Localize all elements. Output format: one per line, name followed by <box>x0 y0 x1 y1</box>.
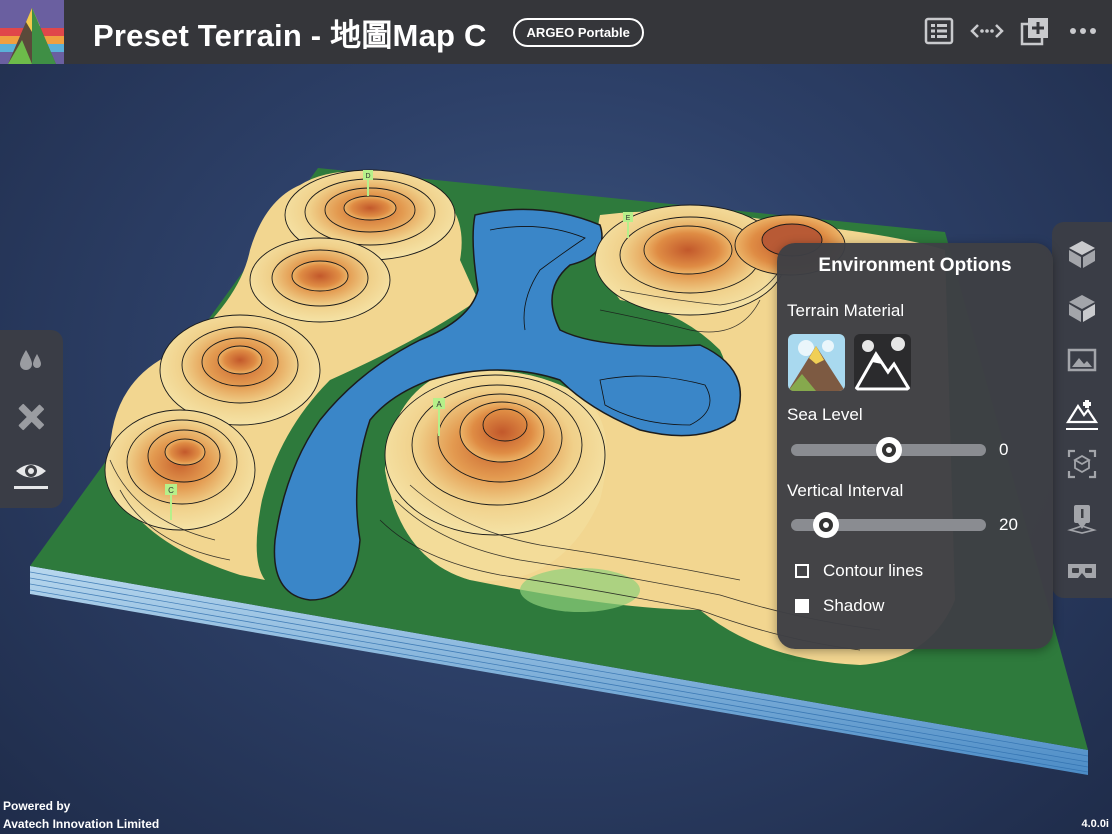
box-top-icon[interactable] <box>1066 238 1098 270</box>
product-badge: ARGEO Portable <box>512 17 644 47</box>
powered-by: Powered by Avatech Innovation Limited <box>3 797 159 833</box>
add-layer-icon[interactable] <box>1018 14 1052 48</box>
material-natural-button[interactable] <box>788 334 845 391</box>
hill-west <box>249 237 391 323</box>
sea-level-value: 0 <box>999 440 1009 459</box>
ar-frame-icon[interactable] <box>1066 448 1098 480</box>
eye-icon[interactable] <box>14 456 48 490</box>
sea-level-label: Sea Level <box>787 405 863 424</box>
marker-label-e: E <box>626 215 631 222</box>
placemark-icon[interactable] <box>1066 502 1098 534</box>
sea-level-slider[interactable] <box>791 437 986 463</box>
marker-label-d: D <box>365 173 370 180</box>
snow-mountain-icon <box>854 334 911 391</box>
ruler-pencil-icon[interactable] <box>14 400 48 434</box>
natural-terrain-icon <box>788 334 845 391</box>
top-bar: Preset Terrain - 地圖Map C ARGEO Portable <box>0 0 1112 64</box>
image-icon[interactable] <box>1066 344 1098 376</box>
swap-arrows-icon[interactable] <box>970 14 1004 48</box>
vr-goggles-icon[interactable] <box>1066 554 1098 586</box>
company-name: Avatech Innovation Limited <box>3 817 160 831</box>
terrain-edit-icon[interactable] <box>1066 398 1098 430</box>
material-snow-button[interactable] <box>854 334 911 391</box>
panel-title: Environment Options <box>818 255 1012 276</box>
shadow-checkbox[interactable] <box>795 599 809 613</box>
marker-label-a: A <box>436 400 442 409</box>
hill-a <box>384 374 606 536</box>
right-toolbar <box>1052 222 1112 598</box>
powered-by-label: Powered by <box>3 799 71 813</box>
vertical-interval-slider[interactable] <box>791 512 986 538</box>
list-icon[interactable] <box>922 14 956 48</box>
box-side-icon[interactable] <box>1066 292 1098 324</box>
shadow-label: Shadow <box>823 596 885 615</box>
water-drops-icon[interactable] <box>14 344 48 378</box>
terrain-material-label: Terrain Material <box>787 301 905 320</box>
sea-level-slider-handle[interactable] <box>875 437 902 463</box>
contour-lines-label: Contour lines <box>823 561 924 580</box>
page-title: Preset Terrain - 地圖Map C <box>93 17 487 53</box>
hill-mid-west <box>159 314 321 426</box>
version-label: 4.0.0i <box>1081 818 1109 830</box>
more-icon[interactable] <box>1066 14 1100 48</box>
contour-lines-toggle[interactable]: Contour lines <box>795 561 923 581</box>
vertical-interval-slider-handle[interactable] <box>813 512 840 538</box>
shadow-toggle[interactable]: Shadow <box>795 596 884 616</box>
top-toolbar <box>922 14 1100 48</box>
vertical-interval-value: 20 <box>999 515 1018 534</box>
environment-options-panel: Environment Options Terrain Material Sea… <box>777 243 1053 649</box>
app-logo[interactable] <box>0 0 64 64</box>
vertical-interval-label: Vertical Interval <box>787 481 904 500</box>
marker-label-c: C <box>168 486 174 495</box>
hill-c <box>104 409 256 531</box>
contour-lines-checkbox[interactable] <box>795 564 809 578</box>
left-toolbar <box>0 330 63 508</box>
